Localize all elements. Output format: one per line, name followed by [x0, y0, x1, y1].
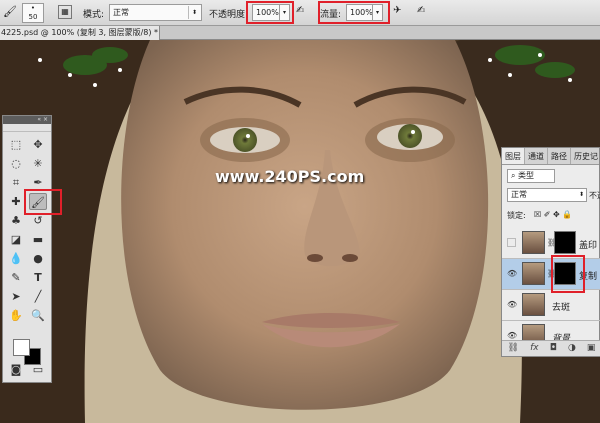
- left-iris: [233, 128, 257, 152]
- zoom-tool-icon[interactable]: 🔍: [29, 307, 47, 324]
- link-layers-icon[interactable]: ⛓: [508, 341, 519, 356]
- marquee-tool-icon[interactable]: ⬚: [7, 136, 25, 153]
- foreground-color-swatch[interactable]: [13, 339, 30, 356]
- adjustment-layer-icon[interactable]: ◑: [568, 341, 576, 356]
- tablet-pressure-size-icon[interactable]: ✍: [417, 5, 425, 16]
- right-iris: [398, 124, 422, 148]
- lasso-tool-icon[interactable]: ◌: [7, 155, 25, 172]
- crop-tool-icon[interactable]: ⌗: [7, 174, 25, 191]
- tab-channels[interactable]: 通道: [525, 148, 548, 164]
- mode-select[interactable]: 正常 ⬍: [109, 4, 202, 21]
- clone-stamp-tool-icon[interactable]: ♣: [7, 212, 25, 229]
- layer-thumbnail: [522, 231, 545, 254]
- dodge-tool-icon[interactable]: ●: [29, 250, 47, 267]
- path-selection-tool-icon[interactable]: ➤: [7, 288, 25, 305]
- eye-icon[interactable]: 👁: [507, 269, 517, 278]
- layer-thumbnail: [522, 262, 545, 285]
- face: [121, 40, 489, 410]
- layer-filter-select[interactable]: ⌕ 类型: [507, 169, 555, 183]
- tab-layers[interactable]: 图层: [502, 148, 525, 164]
- hand-tool-icon[interactable]: ✋: [7, 307, 25, 324]
- type-tool-icon[interactable]: T: [29, 269, 47, 286]
- brush-size-value: 50: [28, 13, 38, 21]
- toolbox-panel: « × ⬚ ✥ ◌ ✳ ⌗ ✒ ✚ 🖌 ♣ ↺ ◪ ▬ 💧 ● ✎ T ➤ ╱ …: [2, 115, 52, 383]
- layer-filter-value: 类型: [518, 171, 535, 180]
- tab-paths[interactable]: 路径: [548, 148, 571, 164]
- tab-history[interactable]: 历史记: [571, 148, 600, 164]
- layer-thumbnail: [522, 293, 545, 316]
- opacity-label: 不透明度: [209, 10, 246, 20]
- layer-opacity-label: 不透: [589, 191, 600, 200]
- highlight-flow-box: [318, 1, 390, 24]
- watermark-text: www.240PS.com: [215, 167, 365, 186]
- highlight-mask-box: [551, 255, 585, 293]
- screen-mode-icon[interactable]: ▭: [29, 361, 47, 378]
- add-mask-icon[interactable]: ◘: [550, 341, 557, 356]
- gradient-tool-icon[interactable]: ▬: [29, 231, 47, 248]
- eye-icon[interactable]: 👁: [507, 331, 517, 340]
- visibility-toggle-off[interactable]: [507, 238, 516, 247]
- eye-icon[interactable]: 👁: [507, 300, 517, 309]
- chevron-down-icon: ⬍: [188, 6, 200, 19]
- airbrush-icon[interactable]: ✈: [393, 5, 401, 16]
- layer-row-despeckle[interactable]: 👁 去斑: [502, 290, 600, 321]
- highlight-brush-tool-box: [24, 189, 62, 215]
- lock-icons[interactable]: ☒ ✐ ✥ 🔒: [534, 210, 572, 219]
- blend-mode-select[interactable]: 正常 ⬍: [507, 188, 587, 202]
- layers-panel-tabs: 图层 通道 路径 历史记: [502, 148, 599, 165]
- document-tab-bar: 4225.psd @ 100% (复制 3, 图层蒙版/8) * ×: [0, 26, 600, 40]
- new-layer-icon[interactable]: ▣: [587, 341, 596, 356]
- spot-healing-tool-icon[interactable]: ✚: [7, 193, 25, 210]
- fx-icon[interactable]: fx: [530, 341, 539, 356]
- options-bar: 🖌 • 50 ▦ 模式: 正常 ⬍ 不透明度 100% ▾ ✍ 流量: 100% ▾…: [0, 0, 600, 26]
- pen-tool-icon[interactable]: ✎: [7, 269, 25, 286]
- document-tab-title: 4225.psd @ 100% (复制 3, 图层蒙版/8) *: [1, 28, 159, 37]
- move-tool-icon[interactable]: ✥: [29, 136, 47, 153]
- brush-preset-picker[interactable]: • 50: [22, 3, 44, 23]
- toolbox-header[interactable]: « ×: [3, 116, 51, 124]
- layers-panel: 图层 通道 路径 历史记 ⌕ 类型 正常⬍ 不透 锁定: ☒ ✐ ✥ 🔒 ⛓ 盖…: [501, 147, 600, 357]
- quick-mask-icon[interactable]: ◙: [7, 361, 25, 378]
- layer-mask-thumbnail[interactable]: [554, 231, 576, 254]
- mode-label: 模式:: [83, 10, 105, 20]
- tablet-pressure-opacity-icon[interactable]: ✍: [296, 5, 304, 16]
- brush-panel-toggle-icon[interactable]: ▦: [58, 5, 72, 19]
- toolbox-grip[interactable]: [3, 124, 51, 132]
- lock-label: 锁定:: [507, 211, 526, 220]
- magic-wand-tool-icon[interactable]: ✳: [29, 155, 47, 172]
- blur-tool-icon[interactable]: 💧: [7, 250, 25, 267]
- highlight-opacity-box: [246, 1, 294, 24]
- document-tab[interactable]: 4225.psd @ 100% (复制 3, 图层蒙版/8) * ×: [0, 26, 160, 40]
- layer-name: 盖印: [579, 241, 598, 251]
- mode-value: 正常: [113, 8, 129, 17]
- brush-tool-icon[interactable]: 🖌: [3, 5, 17, 20]
- eraser-tool-icon[interactable]: ◪: [7, 231, 25, 248]
- layers-panel-footer: ⛓ fx ◘ ◑ ▣: [502, 340, 600, 356]
- line-tool-icon[interactable]: ╱: [29, 288, 47, 305]
- blend-mode-value: 正常: [511, 190, 527, 199]
- layer-name: 去斑: [552, 303, 571, 313]
